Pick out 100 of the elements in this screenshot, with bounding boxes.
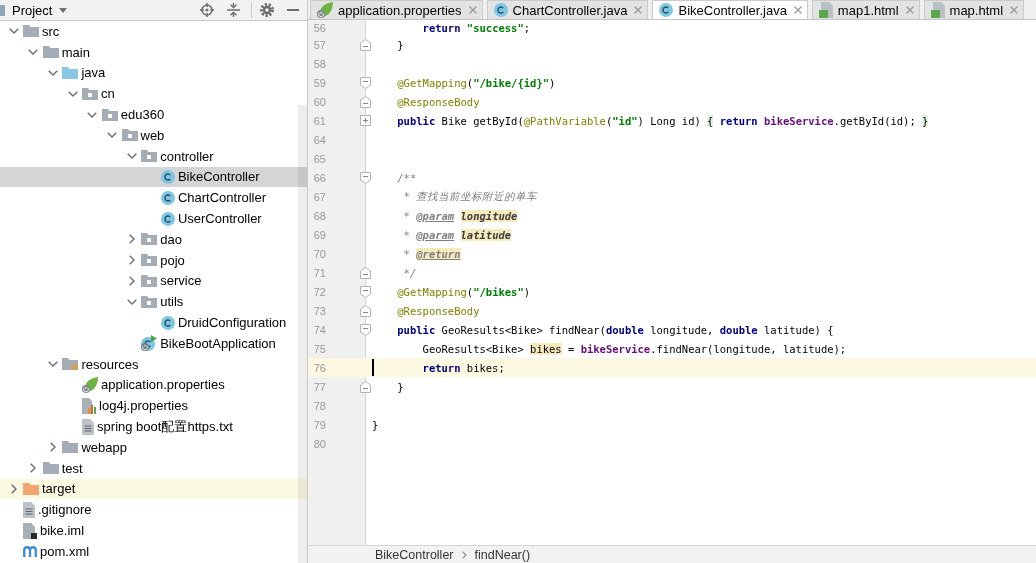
chevron-down-icon[interactable] — [47, 361, 58, 368]
tree-item[interactable]: utils — [0, 291, 307, 313]
chevron-right-icon[interactable] — [128, 255, 135, 266]
editor-tab[interactable]: application.properties — [310, 0, 483, 19]
leaf-icon — [317, 2, 333, 18]
fold-expand-icon[interactable] — [359, 115, 371, 126]
fold-start-icon[interactable] — [359, 76, 371, 89]
tree-item[interactable]: resources — [0, 353, 307, 375]
editor-tab[interactable]: map.html — [923, 0, 1025, 19]
breadcrumb-item[interactable]: BikeController — [375, 547, 454, 562]
tree-item[interactable]: pom.xml — [0, 540, 307, 562]
line-number: 70 — [313, 247, 326, 260]
code-line: } — [372, 418, 379, 431]
editor-tab[interactable]: ChartController.java — [486, 0, 649, 19]
chevron-down-icon[interactable] — [126, 298, 137, 305]
tree-item[interactable]: controller — [0, 145, 307, 167]
tree-item[interactable]: web — [0, 125, 307, 146]
tree-item[interactable]: target — [0, 478, 307, 500]
code-line: * 查找当前坐标附近的单车 — [403, 189, 538, 204]
package-folder-icon — [121, 129, 138, 142]
code-line: GeoResults<Bike> bikes = bikeService.findNear(longitude, latitude); — [422, 342, 847, 355]
fold-end-icon[interactable] — [359, 38, 371, 51]
code-line: @ResponseBody — [397, 304, 480, 317]
tree-item[interactable]: dao — [0, 228, 307, 250]
collapse-icon[interactable] — [227, 3, 240, 17]
line-number: 58 — [313, 57, 326, 70]
fold-start-icon[interactable] — [359, 285, 371, 298]
tree-item[interactable]: src — [0, 21, 307, 42]
line-number: 64 — [313, 133, 326, 146]
class-icon — [659, 3, 674, 17]
line-number: 69 — [313, 228, 326, 241]
chevron-right-icon[interactable] — [10, 483, 17, 494]
chevron-right-icon[interactable] — [128, 234, 135, 245]
letter-m-icon — [23, 545, 37, 557]
run-class-icon — [141, 335, 158, 352]
scrollbar-thumb[interactable] — [298, 105, 307, 563]
fold-end-icon[interactable] — [359, 266, 371, 279]
folder-icon — [62, 67, 79, 79]
line-number: 65 — [313, 152, 326, 165]
code-line: return bikes; — [422, 361, 505, 374]
tree-item[interactable]: main — [0, 41, 307, 63]
chevron-down-icon[interactable] — [126, 153, 137, 160]
folder-icon — [42, 462, 59, 475]
chevron-down-icon[interactable] — [87, 111, 98, 118]
fold-end-icon[interactable] — [359, 95, 371, 108]
line-number: 57 — [313, 38, 326, 51]
line-number: 74 — [313, 323, 326, 336]
close-icon[interactable] — [793, 6, 802, 14]
chevron-down-icon[interactable] — [107, 132, 117, 139]
chevron-right-icon[interactable] — [49, 442, 56, 453]
chevron-down-icon[interactable] — [28, 49, 39, 56]
tree-item[interactable]: UserController — [0, 208, 307, 229]
chevron-down-icon[interactable] — [8, 28, 19, 35]
tree-item[interactable]: spring boot配置https.txt — [0, 416, 307, 437]
class-icon — [493, 3, 508, 17]
tree-item[interactable]: application.properties — [0, 374, 307, 396]
class-icon — [160, 315, 175, 330]
tree-item[interactable]: service — [0, 270, 307, 292]
code-line: * @param latitude — [403, 228, 512, 241]
tree-item[interactable]: log4j.properties — [0, 395, 307, 417]
line-number: 56 — [313, 21, 326, 34]
code-line: @ResponseBody — [397, 95, 480, 108]
breadcrumb-item[interactable]: findNear() — [474, 547, 531, 562]
tree-item[interactable]: pojo — [0, 249, 307, 271]
tree-item[interactable]: .gitignore — [0, 499, 307, 521]
editor-tab[interactable]: map1.html — [811, 0, 920, 19]
tree-item[interactable]: test — [0, 457, 307, 479]
tree-item[interactable]: DruidConfiguration — [0, 312, 307, 333]
tree-item[interactable]: ChartController — [0, 187, 307, 209]
tree-item[interactable]: bike.iml — [0, 520, 307, 541]
fold-end-icon[interactable] — [359, 304, 371, 317]
line-number: 71 — [313, 266, 326, 279]
module-file-icon — [23, 522, 37, 539]
code-line: * @return — [403, 247, 461, 260]
tree-item[interactable]: webapp — [0, 436, 307, 458]
chevron-down-icon[interactable] — [47, 70, 58, 76]
package-folder-icon — [141, 274, 158, 287]
line-number: 67 — [313, 190, 326, 203]
code-line: @GetMapping("/bikes") — [397, 285, 531, 298]
settings-icon[interactable] — [260, 3, 274, 17]
tree-item[interactable]: edu360 — [0, 104, 307, 125]
line-number: 60 — [313, 95, 326, 108]
fold-start-icon[interactable] — [359, 171, 371, 184]
line-number: 68 — [313, 209, 326, 222]
tree-item[interactable]: BikeController — [0, 166, 307, 188]
code-line: } — [397, 38, 404, 51]
chevron-down-icon[interactable] — [67, 90, 78, 97]
fold-end-icon[interactable] — [359, 380, 371, 393]
fold-start-icon[interactable] — [359, 323, 371, 336]
package-folder-icon — [141, 233, 158, 246]
view-dropdown[interactable]: Project — [12, 2, 68, 18]
editor-tab[interactable]: BikeController.java — [652, 0, 808, 19]
tree-item[interactable]: java — [0, 62, 307, 84]
code-line: public Bike getById(@PathVariable("id") Long id) { return bikeService.getById(id); } — [397, 114, 929, 127]
chevron-right-icon[interactable] — [128, 275, 135, 286]
tree-item[interactable]: BikeBootApplication — [0, 332, 307, 354]
crosshair-icon[interactable] — [200, 3, 214, 17]
code-line: public GeoResults<Bike> findNear(double longitude, double latitude) { — [397, 323, 834, 336]
chevron-right-icon[interactable] — [30, 463, 37, 474]
tree-item[interactable]: cn — [0, 83, 307, 105]
